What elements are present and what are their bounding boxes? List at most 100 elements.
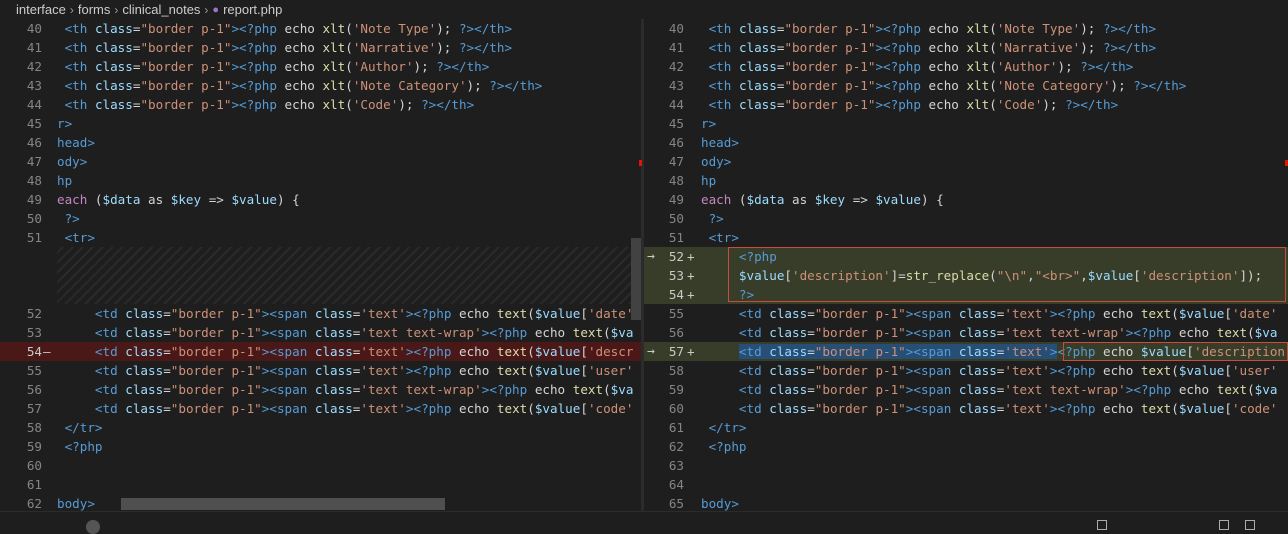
code-text[interactable]: each ($data as $key => $value) { [701,190,944,209]
code-token: "border p-1" [814,382,906,397]
code-text[interactable]: <th class="border p-1"><?php echo xlt('A… [701,57,1134,76]
vertical-scrollbar-original[interactable] [631,238,641,320]
line-number: 60 [668,401,684,416]
breadcrumb-item-file[interactable]: report.php [223,2,282,17]
line-number: 49 [26,192,42,207]
code-text[interactable]: <?php [701,247,777,266]
code-text[interactable]: <td class="border p-1"><span class='text… [701,342,1285,361]
diff-original-pane[interactable]: 40 <th class="border p-1"><?php echo xlt… [0,19,641,511]
code-text[interactable]: </tr> [701,418,747,437]
code-text[interactable]: ?> [701,209,724,228]
code-token: ); [466,78,490,93]
code-text[interactable]: <td class="border p-1"><span class='text… [701,399,1278,418]
code-text[interactable]: head> [701,133,739,152]
code-text[interactable]: ?> [701,285,754,304]
breadcrumb-item-clinical-notes[interactable]: clinical_notes [122,2,200,17]
code-text[interactable]: each ($data as $key => $value) { [57,190,300,209]
code-text[interactable]: <td class="border p-1"><span class='text… [701,323,1278,342]
code-text[interactable]: </tr> [57,418,103,437]
layout-icon[interactable] [1097,520,1107,530]
diff-modified-pane[interactable]: 40 <th class="border p-1"><?php echo xlt… [644,19,1288,511]
code-text[interactable]: body> [57,494,95,511]
overview-change-marker-original [639,160,642,166]
code-token: = [163,382,171,397]
code-text[interactable]: <?php [57,437,103,456]
code-token: "\n" [996,268,1028,283]
code-text[interactable]: <td class="border p-1"><span class='text… [57,361,634,380]
code-token: class [94,21,133,36]
code-text[interactable]: <th class="border p-1"><?php echo xlt('N… [57,19,512,38]
code-text[interactable]: <td class="border p-1"><span class='text… [57,380,634,399]
code-token: 'descr [587,344,634,359]
line-number: 48 [26,173,42,188]
trash-icon[interactable] [1245,520,1255,530]
code-token: 'text' [1004,344,1050,359]
code-line: 61 </tr> [644,418,1288,437]
line-number: 53 [668,268,684,283]
code-text[interactable]: body> [701,494,739,511]
code-text[interactable]: r> [57,114,72,133]
code-text[interactable]: ody> [701,152,731,171]
code-text[interactable]: <th class="border p-1"><?php echo xlt('N… [57,76,543,95]
account-icon[interactable] [86,520,100,534]
code-text[interactable]: <th class="border p-1"><?php echo xlt('N… [701,19,1156,38]
code-token: ( [1171,401,1179,416]
code-text[interactable]: $value['description']=str_replace("\n","… [701,266,1262,285]
code-token: text [1140,306,1172,321]
code-text[interactable]: <td class="border p-1"><span class='text… [701,361,1278,380]
code-text[interactable]: <td class="border p-1"><span class='text… [701,304,1278,323]
code-line: 42 <th class="border p-1"><?php echo xlt… [644,57,1288,76]
code-text[interactable]: <th class="border p-1"><?php echo xlt('N… [701,76,1187,95]
code-token: "border p-1" [814,325,906,340]
code-text[interactable]: <td class="border p-1"><span class='text… [57,304,634,323]
code-text[interactable]: <th class="border p-1"><?php echo xlt('N… [57,38,512,57]
code-line: 43 <th class="border p-1"><?php echo xlt… [0,76,641,95]
code-token: 'code' [1231,401,1278,416]
code-token: $va [1254,382,1278,397]
code-text[interactable]: <td class="border p-1"><span class='text… [701,380,1278,399]
code-line: 56 <td class="border p-1"><span class='t… [644,323,1288,342]
code-token: <?php [413,344,459,359]
code-text[interactable]: <td class="border p-1"><span class='text… [57,399,634,418]
code-text[interactable]: head> [57,133,95,152]
code-token: = [163,325,171,340]
added-line-marker: + [687,249,695,264]
code-token: = [807,344,815,359]
split-icon[interactable] [1219,520,1229,530]
code-token: <td [738,306,770,321]
added-line-marker: + [687,287,695,302]
code-token: 'text text-wrap' [1004,325,1126,340]
code-token: "border p-1" [784,40,876,55]
line-number: 62 [26,496,42,511]
code-text[interactable]: <td class="border p-1"><span class='text… [57,342,634,361]
code-token: 'code' [587,401,634,416]
code-text[interactable]: <th class="border p-1"><?php echo xlt('C… [57,95,475,114]
code-line: 47 ody> [0,152,641,171]
code-token: echo [1102,401,1141,416]
code-text[interactable]: hp [57,171,72,190]
line-number: 47 [26,154,42,169]
code-text[interactable]: <tr> [57,228,95,247]
code-token: xlt [966,40,990,55]
code-text[interactable]: <th class="border p-1"><?php echo xlt('N… [701,38,1156,57]
horizontal-scrollbar[interactable] [121,498,445,510]
code-token: each [57,192,95,207]
code-token: echo [1102,344,1141,359]
code-text[interactable]: <th class="border p-1"><?php echo xlt('C… [701,95,1119,114]
code-token: ?> [701,211,724,226]
line-number: 62 [668,439,684,454]
code-text[interactable]: ?> [57,209,80,228]
code-text[interactable]: <td class="border p-1"><span class='text… [57,323,634,342]
code-text[interactable]: ody> [57,152,87,171]
code-text[interactable]: <tr> [701,228,739,247]
code-text[interactable]: r> [701,114,716,133]
breadcrumb-item-interface[interactable]: interface [16,2,66,17]
code-line: 40 <th class="border p-1"><?php echo xlt… [0,19,641,38]
code-text[interactable]: <?php [701,437,747,456]
breadcrumb-item-forms[interactable]: forms [78,2,111,17]
code-token: [ [1224,363,1232,378]
code-text[interactable]: hp [701,171,716,190]
code-text[interactable]: <th class="border p-1"><?php echo xlt('A… [57,57,490,76]
